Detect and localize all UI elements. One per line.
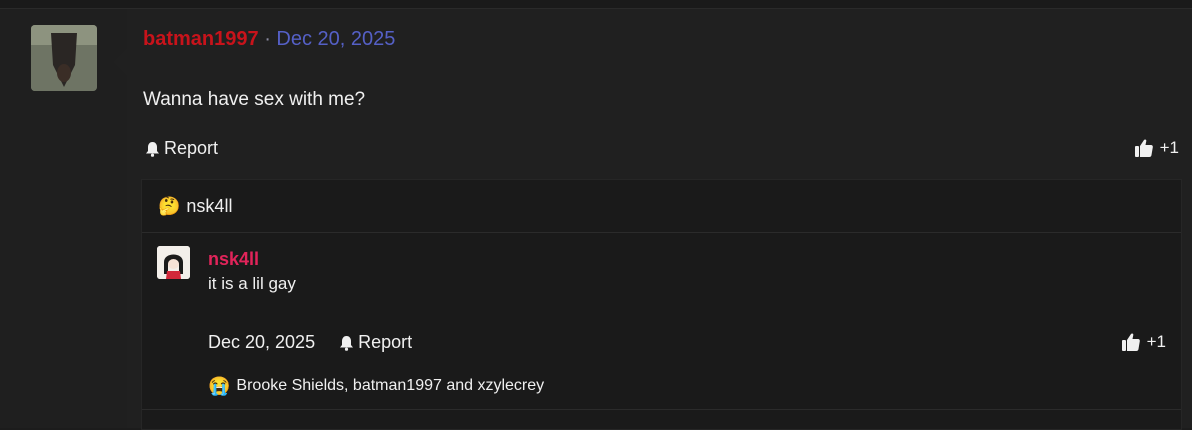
- reply-author-avatar[interactable]: [157, 246, 190, 279]
- post-pointer-arrow: [113, 48, 127, 76]
- reply-like-button[interactable]: +1: [1121, 332, 1166, 352]
- post-message: Wanna have sex with me?: [143, 89, 366, 110]
- post-author-name[interactable]: batman1997: [143, 28, 259, 50]
- thinking-face-icon: 🤔: [158, 196, 181, 216]
- post-report-button[interactable]: Report: [145, 138, 218, 159]
- reply-reactions[interactable]: 😭 Brooke Shields, batman1997 and xzylecr…: [208, 377, 544, 395]
- reply-item: nsk4ll it is a lil gay Dec 20, 2025 Repo…: [142, 233, 1181, 411]
- top-strip: [0, 0, 1192, 9]
- post-date[interactable]: Dec 20, 2025: [276, 28, 395, 50]
- crying-face-icon: 😭: [208, 376, 231, 396]
- reply-message: it is a lil gay: [208, 274, 296, 293]
- reply-thread: 🤔 nsk4ll nsk4ll it is a lil gay Dec 20, …: [141, 179, 1182, 430]
- post-author-avatar[interactable]: [31, 25, 97, 91]
- reply-author-name[interactable]: nsk4ll: [208, 249, 259, 270]
- post-like-count: +1: [1159, 138, 1179, 157]
- post-like-button[interactable]: +1: [1134, 138, 1179, 158]
- anime-girl-avatar-icon: [157, 246, 190, 279]
- next-reply-partial: [142, 409, 1181, 430]
- reply-thread-header[interactable]: 🤔 nsk4ll: [142, 180, 1181, 233]
- reply-like-count: +1: [1146, 332, 1166, 351]
- bat-photo-icon: [31, 25, 97, 91]
- thumbs-up-icon: [1134, 139, 1153, 157]
- reply-date[interactable]: Dec 20, 2025: [208, 332, 315, 353]
- reactors-list: Brooke Shields, batman1997 and xzylecrey: [236, 377, 545, 394]
- post-header: batman1997 · Dec 20, 2025: [143, 28, 395, 51]
- post-report-label: Report: [164, 138, 219, 158]
- separator: ·: [264, 28, 271, 50]
- bell-icon: [146, 141, 159, 157]
- bell-icon: [340, 335, 354, 351]
- reply-report-label: Report: [358, 332, 413, 352]
- reply-report-button[interactable]: Report: [339, 332, 412, 353]
- reply-thread-user: nsk4ll: [186, 195, 233, 216]
- thumbs-up-icon: [1121, 333, 1140, 351]
- reply-meta: Dec 20, 2025 Report: [208, 332, 412, 353]
